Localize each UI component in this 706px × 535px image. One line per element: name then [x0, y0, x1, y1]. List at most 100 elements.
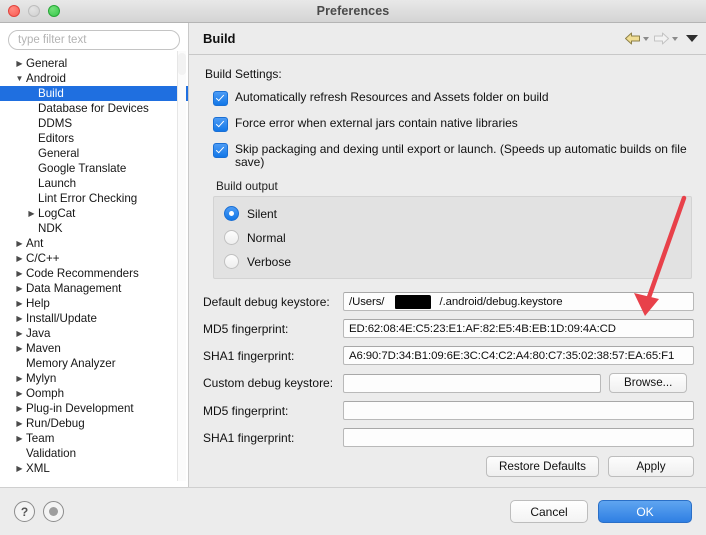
sidebar-item-oomph[interactable]: ▶ Oomph: [0, 386, 188, 401]
sidebar-item-label: Maven: [26, 342, 61, 355]
sidebar-item-logcat[interactable]: ▶ LogCat: [0, 206, 188, 221]
build-setting-checkbox-row[interactable]: Automatically refresh Resources and Asse…: [203, 91, 694, 106]
chevron-right-icon[interactable]: ▶: [14, 236, 25, 251]
page-title: Build: [203, 31, 236, 46]
sidebar-item-run-debug[interactable]: ▶ Run/Debug: [0, 416, 188, 431]
sidebar-item-lint-error-checking[interactable]: ▶Lint Error Checking: [0, 191, 188, 206]
radio-button-icon[interactable]: [224, 254, 239, 269]
preferences-tree[interactable]: ▶General▼Android▶Build▶Database for Devi…: [0, 55, 188, 487]
sidebar-item-xml[interactable]: ▶ XML: [0, 461, 188, 476]
back-button[interactable]: [623, 32, 650, 45]
chevron-right-icon[interactable]: ▶: [26, 206, 37, 221]
sidebar-item-ant[interactable]: ▶ Ant: [0, 236, 188, 251]
minimize-button-icon[interactable]: [28, 5, 40, 17]
sidebar-item-general[interactable]: ▶General: [0, 56, 188, 71]
chevron-right-icon[interactable]: ▶: [14, 401, 25, 416]
chevron-right-icon[interactable]: ▶: [14, 56, 25, 71]
checkbox-icon[interactable]: [213, 143, 228, 158]
build-output-option-verbose[interactable]: Verbose: [224, 254, 691, 269]
chevron-right-icon[interactable]: ▶: [14, 281, 25, 296]
sidebar-item-label: General: [38, 147, 80, 160]
chevron-right-icon[interactable]: ▶: [14, 296, 25, 311]
sidebar-item-code-recommenders[interactable]: ▶ Code Recommenders: [0, 266, 188, 281]
panel-menu-caret-icon[interactable]: [686, 35, 698, 42]
chevron-right-icon[interactable]: ▶: [14, 371, 25, 386]
sidebar-item-label: Launch: [38, 177, 77, 190]
filter-input[interactable]: [8, 30, 180, 50]
chevron-right-icon[interactable]: ▶: [14, 311, 25, 326]
sidebar-item-label: Build: [38, 87, 64, 100]
build-output-option-silent[interactable]: Silent: [224, 206, 691, 221]
sidebar-item-mylyn[interactable]: ▶ Mylyn: [0, 371, 188, 386]
sidebar-item-data-management[interactable]: ▶ Data Management: [0, 281, 188, 296]
sidebar-item-team[interactable]: ▶ Team: [0, 431, 188, 446]
ok-button[interactable]: OK: [598, 500, 692, 523]
sidebar-item-validation[interactable]: ▶Validation: [0, 446, 188, 461]
build-output-option-normal[interactable]: Normal: [224, 230, 691, 245]
sha1-fingerprint-input[interactable]: [343, 346, 694, 365]
custom-keystore-field-row: SHA1 fingerprint:: [203, 428, 694, 447]
restore-defaults-button[interactable]: Restore Defaults: [485, 456, 599, 477]
sidebar-item-label: General: [26, 57, 68, 70]
chevron-right-icon[interactable]: ▶: [14, 266, 25, 281]
forward-button[interactable]: [652, 32, 679, 45]
build-output-group-title: Build output: [216, 180, 278, 193]
sidebar-scrollbar-thumb[interactable]: [178, 53, 186, 75]
radio-button-icon[interactable]: [224, 206, 239, 221]
chevron-right-icon[interactable]: ▶: [14, 416, 25, 431]
sidebar-item-ddms[interactable]: ▶DDMS: [0, 116, 188, 131]
sidebar-item-label: Google Translate: [38, 162, 127, 175]
sidebar-item-java[interactable]: ▶ Java: [0, 326, 188, 341]
sidebar-item-maven[interactable]: ▶ Maven: [0, 341, 188, 356]
checkbox-icon[interactable]: [213, 117, 228, 132]
record-circle-icon[interactable]: [43, 501, 64, 522]
question-mark-icon[interactable]: ?: [14, 501, 35, 522]
close-button-icon[interactable]: [8, 5, 20, 17]
custom-md5-fingerprint-input[interactable]: [343, 401, 694, 420]
default-keystore-fields: Default debug keystore: MD5 fingerprint: S…: [203, 292, 694, 365]
tree-spacer: ▶: [26, 146, 37, 161]
sidebar-scrollbar-track[interactable]: [177, 51, 186, 481]
radio-button-icon[interactable]: [224, 230, 239, 245]
sidebar-item-c-c[interactable]: ▶ C/C++: [0, 251, 188, 266]
sidebar-item-google-translate[interactable]: ▶Google Translate: [0, 161, 188, 176]
build-settings-label: Build Settings:: [205, 67, 282, 81]
sidebar-item-build[interactable]: ▶Build: [0, 86, 188, 101]
chevron-right-icon[interactable]: ▶: [14, 461, 25, 476]
sidebar-item-help[interactable]: ▶ Help: [0, 296, 188, 311]
sidebar-item-database-for-devices[interactable]: ▶Database for Devices: [0, 101, 188, 116]
sidebar-item-memory-analyzer[interactable]: ▶Memory Analyzer: [0, 356, 188, 371]
window-body: ▶General▼Android▶Build▶Database for Devi…: [0, 23, 706, 487]
sidebar-item-launch[interactable]: ▶Launch: [0, 176, 188, 191]
chevron-down-icon[interactable]: ▼: [14, 71, 25, 86]
sidebar-item-general[interactable]: ▶General: [0, 146, 188, 161]
back-dropdown-caret-icon[interactable]: [643, 36, 649, 41]
sidebar-item-editors[interactable]: ▶Editors: [0, 131, 188, 146]
sidebar-item-plug-in-development[interactable]: ▶ Plug-in Development: [0, 401, 188, 416]
zoom-button-icon[interactable]: [48, 5, 60, 17]
sidebar-item-label: Mylyn: [26, 372, 57, 385]
checkbox-icon[interactable]: [213, 91, 228, 106]
custom-sha1-fingerprint-input[interactable]: [343, 428, 694, 447]
browse-button[interactable]: Browse...: [609, 373, 688, 393]
sidebar-item-ndk[interactable]: ▶NDK: [0, 221, 188, 236]
redaction-block: [395, 295, 431, 309]
chevron-right-icon[interactable]: ▶: [14, 326, 25, 341]
preferences-main-panel: Build Build Settings: Automatically refr…: [189, 23, 706, 487]
sidebar-item-android[interactable]: ▼ Android: [0, 71, 188, 86]
chevron-right-icon[interactable]: ▶: [14, 341, 25, 356]
build-setting-checkbox-row[interactable]: Force error when external jars contain n…: [203, 117, 694, 132]
md5-fingerprint-input[interactable]: [343, 319, 694, 338]
sidebar-item-install-update[interactable]: ▶ Install/Update: [0, 311, 188, 326]
tree-spacer: ▶: [14, 446, 25, 461]
radio-label: Silent: [247, 206, 278, 221]
custom-keystore-input[interactable]: [343, 373, 601, 393]
chevron-right-icon[interactable]: ▶: [14, 431, 25, 446]
cancel-button[interactable]: Cancel: [510, 500, 588, 523]
panel-header: Build: [189, 23, 706, 55]
apply-button[interactable]: Apply: [608, 456, 694, 477]
chevron-right-icon[interactable]: ▶: [14, 251, 25, 266]
build-setting-checkbox-row[interactable]: Skip packaging and dexing until export o…: [203, 143, 694, 169]
chevron-right-icon[interactable]: ▶: [14, 386, 25, 401]
forward-dropdown-caret-icon[interactable]: [672, 36, 678, 41]
